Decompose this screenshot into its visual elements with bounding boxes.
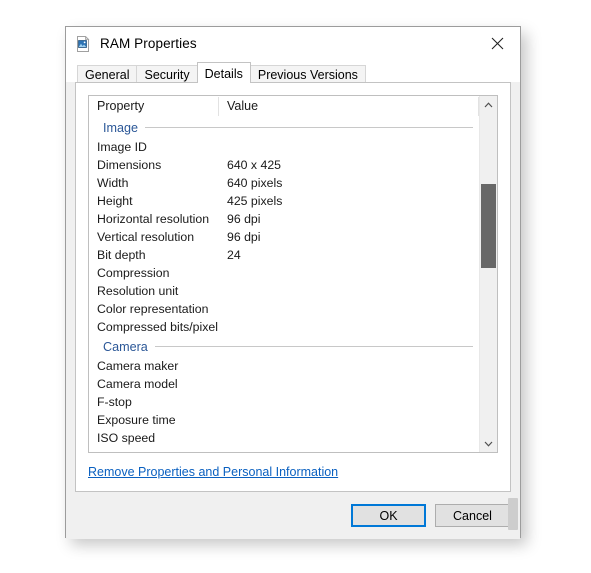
- table-row[interactable]: Height 425 pixels: [89, 192, 479, 210]
- table-row[interactable]: Horizontal resolution 96 dpi: [89, 210, 479, 228]
- property-list-content: Property Value Image Image ID Dimensions…: [89, 96, 479, 452]
- row-value: 24: [227, 248, 241, 262]
- privacy-link-row: Remove Properties and Personal Informati…: [88, 453, 498, 491]
- scrollbar-track[interactable]: [480, 113, 497, 435]
- tab-details[interactable]: Details: [196, 62, 251, 83]
- tab-previous-versions[interactable]: Previous Versions: [249, 65, 366, 82]
- row-property: Bit depth: [97, 248, 146, 262]
- scrollbar-thumb[interactable]: [481, 183, 496, 268]
- group-divider: [154, 346, 473, 347]
- row-property: Horizontal resolution: [97, 212, 210, 226]
- window-title: RAM Properties: [100, 36, 197, 51]
- table-row[interactable]: Camera model: [89, 375, 479, 393]
- row-property: Width: [97, 176, 129, 190]
- close-button[interactable]: [475, 27, 520, 59]
- cancel-button[interactable]: Cancel: [435, 504, 510, 527]
- row-value: 96 dpi: [227, 212, 261, 226]
- group-header-image: Image: [89, 117, 479, 138]
- row-property: Camera maker: [97, 359, 179, 373]
- table-row[interactable]: Dimensions 640 x 425: [89, 156, 479, 174]
- group-label: Camera: [103, 339, 148, 354]
- property-list-header: Property Value: [89, 96, 479, 117]
- row-property: Resolution unit: [97, 284, 179, 298]
- row-property: Image ID: [97, 140, 147, 154]
- row-value: 425 pixels: [227, 194, 283, 208]
- row-property: Color representation: [97, 302, 209, 316]
- table-row[interactable]: Bit depth 24: [89, 246, 479, 264]
- group-label: Image: [103, 120, 139, 135]
- table-row[interactable]: Resolution unit: [89, 282, 479, 300]
- row-value: 640 x 425: [227, 158, 282, 172]
- table-row[interactable]: Image ID: [89, 138, 479, 156]
- row-property: ISO speed: [97, 431, 156, 445]
- row-value: 96 dpi: [227, 230, 261, 244]
- image-file-icon: [75, 35, 91, 52]
- chevron-down-icon[interactable]: [480, 435, 497, 452]
- group-divider: [145, 127, 473, 128]
- tab-general[interactable]: General: [77, 65, 138, 82]
- property-list: Property Value Image Image ID Dimensions…: [88, 95, 498, 453]
- properties-dialog: RAM Properties General Security Details …: [65, 26, 521, 539]
- tab-security[interactable]: Security: [136, 65, 198, 82]
- table-row[interactable]: F-stop: [89, 393, 479, 411]
- row-property: Vertical resolution: [97, 230, 195, 244]
- row-property: Exposure time: [97, 413, 176, 427]
- row-property: Compression: [97, 266, 170, 280]
- table-row[interactable]: Compressed bits/pixel: [89, 318, 479, 336]
- row-property: F-stop: [97, 395, 132, 409]
- row-value: 640 pixels: [227, 176, 283, 190]
- dialog-footer: OK Cancel: [66, 492, 520, 539]
- table-row[interactable]: Camera maker: [89, 357, 479, 375]
- table-row[interactable]: Vertical resolution 96 dpi: [89, 228, 479, 246]
- title-bar: RAM Properties: [66, 27, 520, 60]
- tab-strip: General Security Details Previous Versio…: [66, 60, 520, 83]
- table-row[interactable]: ISO speed: [89, 429, 479, 447]
- row-property: Compressed bits/pixel: [97, 320, 218, 334]
- column-header-property[interactable]: Property: [89, 97, 219, 116]
- window-scrollbar-thumb[interactable]: [508, 498, 518, 530]
- table-row[interactable]: Exposure time: [89, 411, 479, 429]
- remove-properties-link[interactable]: Remove Properties and Personal Informati…: [88, 465, 338, 479]
- column-header-value[interactable]: Value: [219, 97, 479, 116]
- row-property: Height: [97, 194, 133, 208]
- details-tab-panel: Property Value Image Image ID Dimensions…: [75, 82, 511, 492]
- group-header-camera: Camera: [89, 336, 479, 357]
- row-property: Camera model: [97, 377, 178, 391]
- table-row[interactable]: Width 640 pixels: [89, 174, 479, 192]
- row-property: Dimensions: [97, 158, 162, 172]
- chevron-up-icon[interactable]: [480, 96, 497, 113]
- table-row[interactable]: Color representation: [89, 300, 479, 318]
- property-list-scrollbar[interactable]: [479, 96, 497, 452]
- table-row[interactable]: Compression: [89, 264, 479, 282]
- ok-button[interactable]: OK: [351, 504, 426, 527]
